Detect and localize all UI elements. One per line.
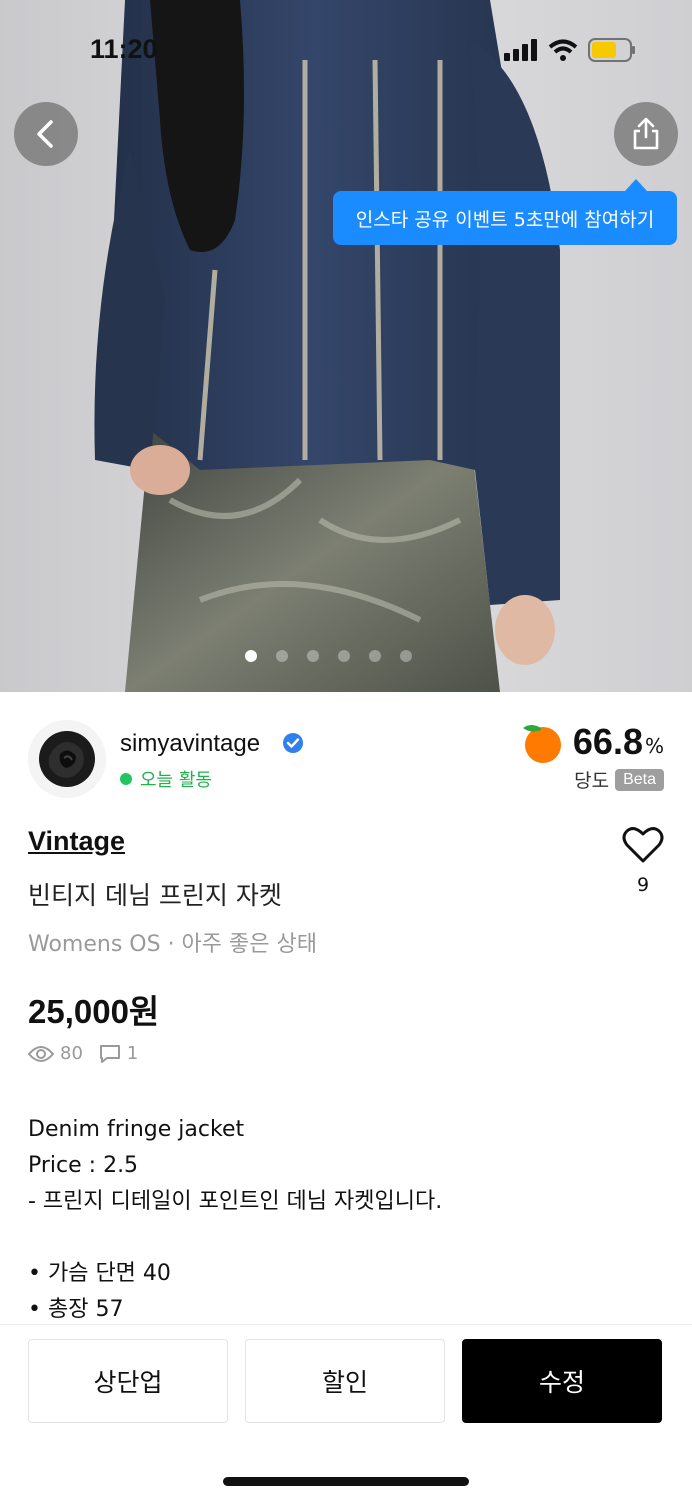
share-icon <box>633 117 659 150</box>
pagination-dot <box>307 650 319 662</box>
bottom-action-bar: 상단업 할인 수정 <box>0 1324 692 1501</box>
eye-icon <box>28 1045 54 1062</box>
discount-button[interactable]: 할인 <box>245 1339 445 1423</box>
description-line: • 가슴 단면 40 <box>28 1261 171 1286</box>
signal-icon <box>504 39 537 61</box>
avatar[interactable] <box>28 720 106 798</box>
pagination-dot <box>338 650 350 662</box>
home-indicator[interactable] <box>223 1477 469 1486</box>
pagination-dot <box>245 650 257 662</box>
description-line: - 프린지 디테일이 포인트인 데님 자켓입니다. <box>28 1189 443 1214</box>
score-value: 66.8 <box>572 721 643 762</box>
product-size-condition: Womens OS · 아주 좋은 상태 <box>28 932 317 957</box>
like-button[interactable]: 9 <box>620 826 666 896</box>
activity-status: 오늘 활동 <box>120 766 212 792</box>
active-dot-icon <box>120 773 132 785</box>
activity-label: 오늘 활동 <box>140 770 212 791</box>
product-description: Denim fringe jacket Price : 2.5 - 프린지 디테… <box>28 1112 442 1328</box>
product-photo[interactable]: 11:20 인스타 공유 이벤트 5초만에 참여하기 <box>0 0 692 692</box>
photo-pagination <box>245 650 412 662</box>
seller-section: simyavintage 오늘 활동 66.8 % 당도 Beta <box>28 720 664 800</box>
comment-count: 1 <box>126 1043 139 1064</box>
wifi-icon <box>548 39 578 61</box>
product-price: 25,000원 <box>28 993 160 1030</box>
heart-icon <box>622 827 664 863</box>
share-event-tooltip[interactable]: 인스타 공유 이벤트 5초만에 참여하기 <box>333 179 677 245</box>
score-label: 당도 <box>574 770 610 792</box>
brand-link[interactable]: Vintage <box>28 826 125 857</box>
verified-badge-icon <box>283 733 303 753</box>
description-line: Price : 2.5 <box>28 1153 139 1178</box>
product-title: 빈티지 데님 프린지 자켓 <box>28 881 282 910</box>
share-button[interactable] <box>614 102 678 166</box>
pagination-dot <box>400 650 412 662</box>
pagination-dot <box>276 650 288 662</box>
view-count: 80 <box>60 1043 83 1064</box>
like-count: 9 <box>636 874 650 896</box>
bump-button[interactable]: 상단업 <box>28 1339 228 1423</box>
description-line: Denim fringe jacket <box>28 1117 245 1142</box>
status-icons <box>504 38 636 62</box>
product-stats: 80 1 <box>28 1043 138 1064</box>
back-button[interactable] <box>14 102 78 166</box>
chevron-left-icon <box>37 120 53 148</box>
product-photo-image <box>0 0 692 692</box>
description-line <box>28 1220 442 1256</box>
edit-button[interactable]: 수정 <box>462 1339 662 1423</box>
rose-avatar-icon <box>28 720 106 798</box>
seller-name[interactable]: simyavintage <box>120 730 260 758</box>
pagination-dot <box>369 650 381 662</box>
battery-icon <box>588 38 635 62</box>
score-unit: % <box>644 734 664 758</box>
comment-icon <box>99 1044 120 1063</box>
beta-badge: Beta <box>615 768 664 791</box>
sweetness-score[interactable]: 66.8 % 당도 Beta <box>519 720 664 793</box>
orange-fruit-icon <box>522 725 561 763</box>
description-line: • 총장 57 <box>28 1297 124 1322</box>
status-time: 11:20 <box>90 34 158 64</box>
